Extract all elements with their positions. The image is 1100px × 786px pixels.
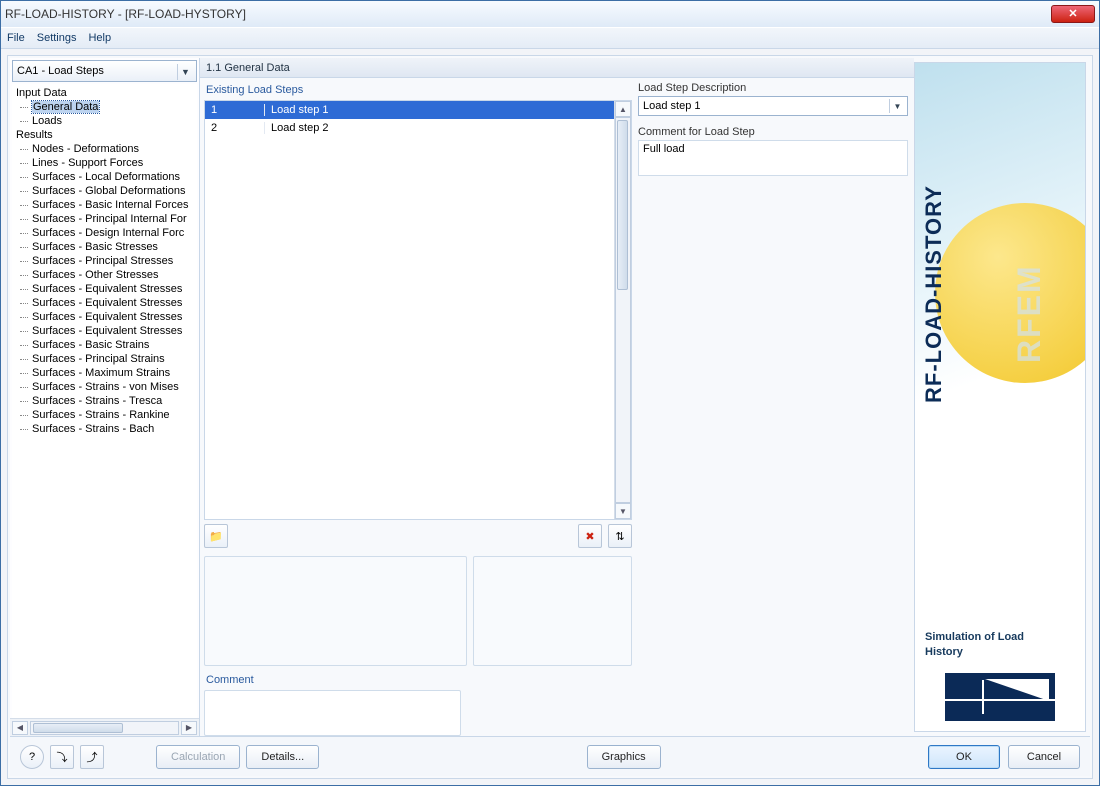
tree-item[interactable]: General Data [14,100,197,114]
scroll-track[interactable] [30,721,179,735]
table-row[interactable]: 1Load step 1 [205,101,614,119]
case-selector-value: CA1 - Load Steps [17,65,104,77]
center-row: Existing Load Steps 1Load step 12Load st… [200,78,914,736]
titlebar: RF-LOAD-HISTORY - [RF-LOAD-HYSTORY] ✕ [1,1,1099,27]
tree-item[interactable]: Surfaces - Basic Strains [14,338,197,352]
vscroll-track[interactable] [615,117,631,503]
tree-item[interactable]: Surfaces - Maximum Strains [14,366,197,380]
footer: ? ⤵ ⤴ Calculation Details... Graphics OK… [10,736,1090,776]
tree-item[interactable]: Surfaces - Design Internal Forc [14,226,197,240]
help-icon: ? [29,751,35,763]
new-loadstep-button[interactable]: 📁 [204,524,228,548]
brand-text: RF-LOAD-HISTORY [921,185,947,403]
tree-item[interactable]: Surfaces - Basic Internal Forces [14,198,197,212]
reorder-icon: ⇅ [615,530,624,543]
client-area: CA1 - Load Steps ▼ Input DataGeneral Dat… [7,55,1093,779]
loadsteps-label: Existing Load Steps [204,82,632,100]
tree-item[interactable]: Loads [14,114,197,128]
step-comment-label: Comment for Load Step [638,126,908,138]
tree-item[interactable]: Surfaces - Principal Strains [14,352,197,366]
vscroll-thumb[interactable] [617,120,628,290]
close-button[interactable]: ✕ [1051,5,1095,23]
menu-file[interactable]: File [7,32,25,44]
body: CA1 - Load Steps ▼ Input DataGeneral Dat… [10,58,1090,736]
scroll-right-icon[interactable]: ▶ [181,721,197,735]
app-window: RF-LOAD-HISTORY - [RF-LOAD-HYSTORY] ✕ Fi… [0,0,1100,786]
reorder-loadstep-button[interactable]: ⇅ [608,524,632,548]
scroll-left-icon[interactable]: ◀ [12,721,28,735]
outer-comment-input[interactable] [204,690,461,736]
tree-item[interactable]: Surfaces - Principal Internal For [14,212,197,226]
nav-tree[interactable]: Input DataGeneral DataLoadsResultsNodes … [12,84,197,718]
tree-item[interactable]: Surfaces - Principal Stresses [14,254,197,268]
loadsteps-panel: Existing Load Steps 1Load step 12Load st… [204,82,632,736]
main-column: 1.1 General Data Existing Load Steps 1Lo… [200,58,914,736]
import-icon: ⤵ [57,749,68,765]
cancel-button[interactable]: Cancel [1008,745,1080,769]
close-icon: ✕ [1068,9,1077,20]
brand-panel: RFEM RF-LOAD-HISTORY Simulation of Load … [914,62,1086,732]
menu-settings[interactable]: Settings [37,32,77,44]
menubar: File Settings Help [1,27,1099,49]
description-dropdown[interactable]: Load step 1 ▼ [638,96,908,116]
tree-item[interactable]: Surfaces - Strains - Bach [14,422,197,436]
preview-row [204,556,632,666]
scroll-up-icon[interactable]: ▲ [615,101,631,117]
chevron-down-icon: ▼ [889,99,905,113]
tree-item[interactable]: Surfaces - Strains - Rankine [14,408,197,422]
brand-logo [945,673,1055,721]
preview-right [473,556,632,666]
loadsteps-list[interactable]: 1Load step 12Load step 2 ▲ ▼ [204,100,632,520]
help-button[interactable]: ? [20,745,44,769]
tree-item[interactable]: Surfaces - Equivalent Stresses [14,282,197,296]
tree-item[interactable]: Nodes - Deformations [14,142,197,156]
delete-loadstep-button[interactable]: ✖ [578,524,602,548]
tree-item[interactable]: Surfaces - Equivalent Stresses [14,310,197,324]
page-header: 1.1 General Data [200,58,914,78]
preview-left [204,556,467,666]
tree-hscrollbar[interactable]: ◀ ▶ [10,718,199,736]
description-value: Load step 1 [643,100,701,112]
folder-icon: 📁 [209,530,223,543]
chevron-down-icon: ▼ [177,64,193,80]
scroll-thumb[interactable] [33,723,123,733]
tree-item[interactable]: Surfaces - Equivalent Stresses [14,296,197,310]
tree-group[interactable]: Input Data [14,86,197,100]
details-button[interactable]: Details... [246,745,319,769]
outer-comment-group: Comment [204,672,632,736]
graphics-button[interactable]: Graphics [587,745,661,769]
tree-item[interactable]: Surfaces - Strains - von Mises [14,380,197,394]
tree-item[interactable]: Surfaces - Other Stresses [14,268,197,282]
tree-item[interactable]: Surfaces - Local Deformations [14,170,197,184]
export-button[interactable]: ⤴ [80,745,104,769]
export-icon: ⤴ [87,749,98,765]
scroll-down-icon[interactable]: ▼ [615,503,631,519]
ok-button[interactable]: OK [928,745,1000,769]
brand-caption: Simulation of Load History [915,622,1085,667]
loadsteps-toolbar: 📁 ✖ ⇅ [204,520,632,554]
page-title: 1.1 General Data [206,62,290,74]
description-label: Load Step Description [638,82,908,94]
menu-help[interactable]: Help [88,32,111,44]
import-button[interactable]: ⤵ [50,745,74,769]
window-title: RF-LOAD-HISTORY - [RF-LOAD-HYSTORY] [5,7,1051,21]
tree-item[interactable]: Surfaces - Strains - Tresca [14,394,197,408]
brand-bgtext: RFEM [1011,264,1048,363]
outer-comment-label: Comment [204,672,632,690]
table-row[interactable]: 2Load step 2 [205,119,614,137]
tree-item[interactable]: Surfaces - Equivalent Stresses [14,324,197,338]
case-selector[interactable]: CA1 - Load Steps ▼ [12,60,197,82]
loadsteps-vscrollbar[interactable]: ▲ ▼ [614,101,631,519]
step-comment-input[interactable]: Full load [638,140,908,176]
tree-item[interactable]: Surfaces - Global Deformations [14,184,197,198]
tree-group[interactable]: Results [14,128,197,142]
loadsteps-rows: 1Load step 12Load step 2 [205,101,614,519]
tree-item[interactable]: Lines - Support Forces [14,156,197,170]
brand-art: RFEM RF-LOAD-HISTORY [915,63,1085,622]
nav-column: CA1 - Load Steps ▼ Input DataGeneral Dat… [10,58,200,736]
tree-item[interactable]: Surfaces - Basic Stresses [14,240,197,254]
calculation-button[interactable]: Calculation [156,745,240,769]
delete-icon: ✖ [585,530,594,543]
loadstep-details: Load Step Description Load step 1 ▼ Comm… [638,82,908,736]
